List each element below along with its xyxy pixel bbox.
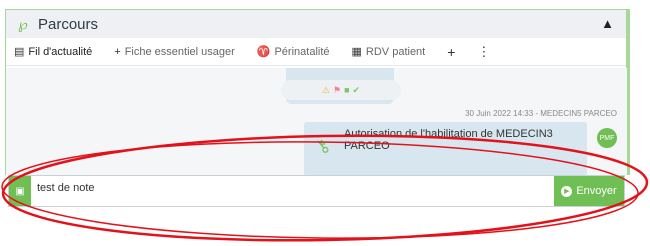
- key-icon: ⚷: [310, 134, 334, 159]
- flag-icon: ⚑: [333, 84, 342, 95]
- panel-header: ℘ Parcours ▲: [6, 10, 626, 38]
- send-button[interactable]: ▶ Envoyer: [554, 176, 624, 206]
- add-tab-icon[interactable]: +: [447, 44, 455, 60]
- plus-icon: +: [114, 45, 121, 58]
- message-text: Autorisation de l'habilitation de MEDECI…: [344, 128, 553, 152]
- attach-file-icon[interactable]: ▣: [9, 176, 31, 206]
- news-feed: ⚠ ⚑ ■ ✔ 30 Juin 2022 14:33 - MEDECIN5 PA…: [6, 68, 627, 176]
- tab-label: Fiche essentiel usager: [124, 45, 235, 58]
- tab-rdv-patient[interactable]: ▦ RDV patient: [351, 45, 426, 59]
- parcours-panel: ℘ Parcours ▲ ▤ Fil d'actualité + Fiche e…: [5, 9, 630, 176]
- baby-icon: ♈: [256, 46, 271, 58]
- note-input[interactable]: [31, 176, 554, 200]
- tab-fil-actualite[interactable]: ▤ Fil d'actualité: [14, 45, 93, 59]
- tab-label: Fil d'actualité: [28, 45, 93, 58]
- tab-fiche-essentiel-usager[interactable]: + Fiche essentiel usager: [114, 46, 235, 58]
- link-icon: ℘: [18, 16, 28, 32]
- avatar: PMF: [597, 128, 617, 148]
- news-icon: ▤: [14, 46, 25, 58]
- note-composer: ▣ ▶ Envoyer: [8, 175, 625, 207]
- tab-label: RDV patient: [365, 45, 426, 58]
- send-icon: ▶: [561, 185, 573, 197]
- message-bubble: ⚷ Autorisation de l'habilitation de MEDE…: [304, 122, 587, 176]
- square-icon: ■: [344, 85, 350, 95]
- warning-icon: ⚠: [321, 84, 330, 95]
- message-meta: 30 Juin 2022 14:33 - MEDECIN5 PARCEO: [465, 109, 617, 118]
- tab-perinatalite[interactable]: ♈ Périnatalité: [256, 45, 330, 59]
- check-circle-icon: ✔: [352, 84, 361, 95]
- message-status-icons: ⚠ ⚑ ■ ✔: [281, 80, 401, 100]
- tab-bar: ▤ Fil d'actualité + Fiche essentiel usag…: [6, 38, 626, 66]
- send-label: Envoyer: [576, 185, 617, 197]
- chevron-up-icon[interactable]: ▲: [601, 16, 614, 31]
- panel-title: Parcours: [38, 15, 99, 33]
- calendar-icon: ▦: [351, 46, 362, 58]
- more-vertical-icon[interactable]: ⋮: [477, 44, 490, 60]
- tab-label: Périnatalité: [274, 45, 330, 58]
